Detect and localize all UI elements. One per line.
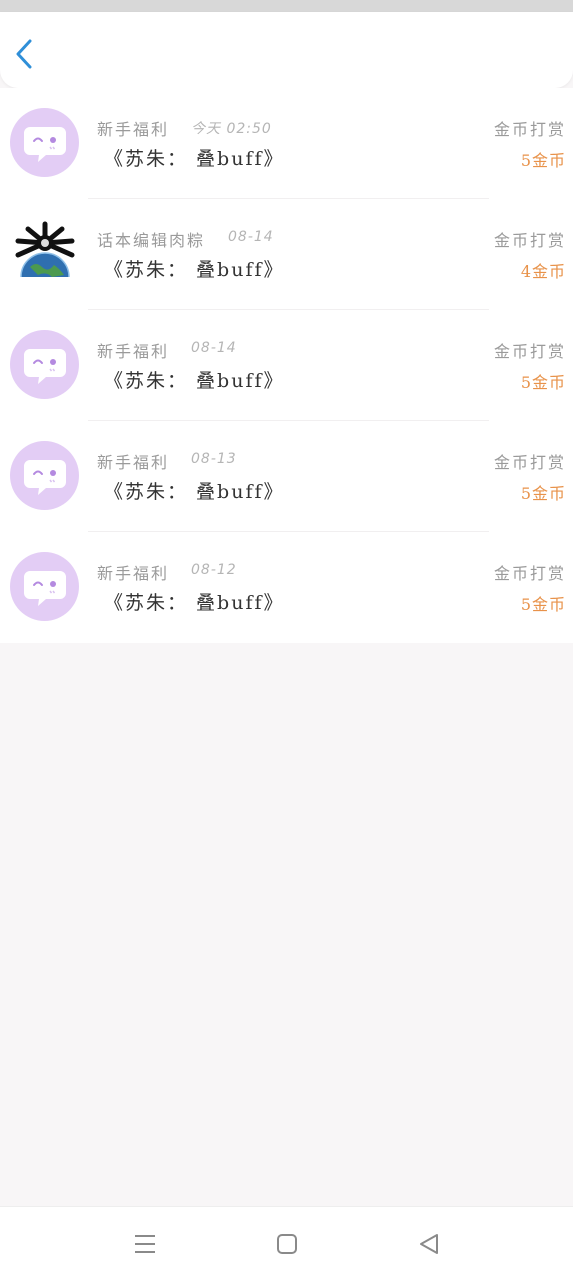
sender-name: 新手福利 (97, 564, 170, 583)
reward-type: 金币打赏 (493, 231, 566, 250)
book-title: 《苏朱： 叠buff》 (104, 592, 285, 614)
coin-amount: 5金币 (520, 484, 566, 503)
sender-name: 新手福利 (97, 342, 170, 361)
reward-list: 新手福利 今天 02:50 《苏朱： 叠buff》 金币打赏 5金币 话本编辑肉… (0, 88, 573, 643)
timestamp: 08-14 (228, 229, 274, 245)
home-button[interactable] (272, 1229, 302, 1259)
menu-button[interactable] (130, 1229, 160, 1259)
header-bar (0, 12, 573, 88)
reward-type: 金币打赏 (493, 342, 566, 361)
timestamp: 08-13 (191, 451, 237, 467)
menu-icon (135, 1235, 155, 1253)
chat-bubble-icon (23, 348, 66, 384)
book-title: 《苏朱： 叠buff》 (104, 259, 285, 281)
chat-bubble-avatar[interactable] (10, 330, 79, 399)
book-title: 《苏朱： 叠buff》 (104, 148, 285, 170)
coin-amount: 5金币 (520, 151, 566, 170)
chat-bubble-icon (23, 126, 66, 162)
timestamp: 08-14 (191, 340, 237, 356)
timestamp: 今天 02:50 (191, 121, 272, 137)
chat-bubble-avatar[interactable] (10, 552, 79, 621)
reward-type: 金币打赏 (493, 564, 566, 583)
chat-bubble-avatar[interactable] (10, 108, 79, 177)
sender-name: 新手福利 (97, 453, 170, 472)
sender-name: 新手福利 (97, 120, 170, 139)
system-nav-bar (0, 1206, 573, 1281)
chat-bubble-icon (23, 459, 66, 495)
timestamp: 08-12 (191, 562, 237, 578)
list-item[interactable]: 新手福利 08-13 《苏朱： 叠buff》 金币打赏 5金币 (0, 421, 573, 532)
chat-bubble-avatar[interactable] (10, 441, 79, 510)
home-square-icon (277, 1234, 297, 1254)
list-item[interactable]: 新手福利 今天 02:50 《苏朱： 叠buff》 金币打赏 5金币 (0, 88, 573, 199)
coin-amount: 5金币 (520, 595, 566, 614)
status-bar (0, 0, 573, 12)
nav-back-button[interactable] (414, 1229, 444, 1259)
list-item[interactable]: 新手福利 08-12 《苏朱： 叠buff》 金币打赏 5金币 (0, 532, 573, 643)
globe-avatar-icon (15, 221, 74, 277)
book-title: 《苏朱： 叠buff》 (104, 481, 285, 503)
sender-name: 话本编辑肉粽 (97, 231, 206, 250)
reward-type: 金币打赏 (493, 453, 566, 472)
list-item[interactable]: 新手福利 08-14 《苏朱： 叠buff》 金币打赏 5金币 (0, 310, 573, 421)
globe-avatar[interactable] (10, 219, 79, 288)
list-item[interactable]: 话本编辑肉粽 08-14 《苏朱： 叠buff》 金币打赏 4金币 (0, 199, 573, 310)
book-title: 《苏朱： 叠buff》 (104, 370, 285, 392)
coin-amount: 5金币 (520, 373, 566, 392)
back-button[interactable] (8, 34, 40, 74)
chevron-left-icon (16, 39, 32, 69)
chat-bubble-icon (23, 570, 66, 606)
back-triangle-icon (420, 1234, 438, 1254)
coin-amount: 4金币 (520, 262, 566, 281)
reward-type: 金币打赏 (493, 120, 566, 139)
